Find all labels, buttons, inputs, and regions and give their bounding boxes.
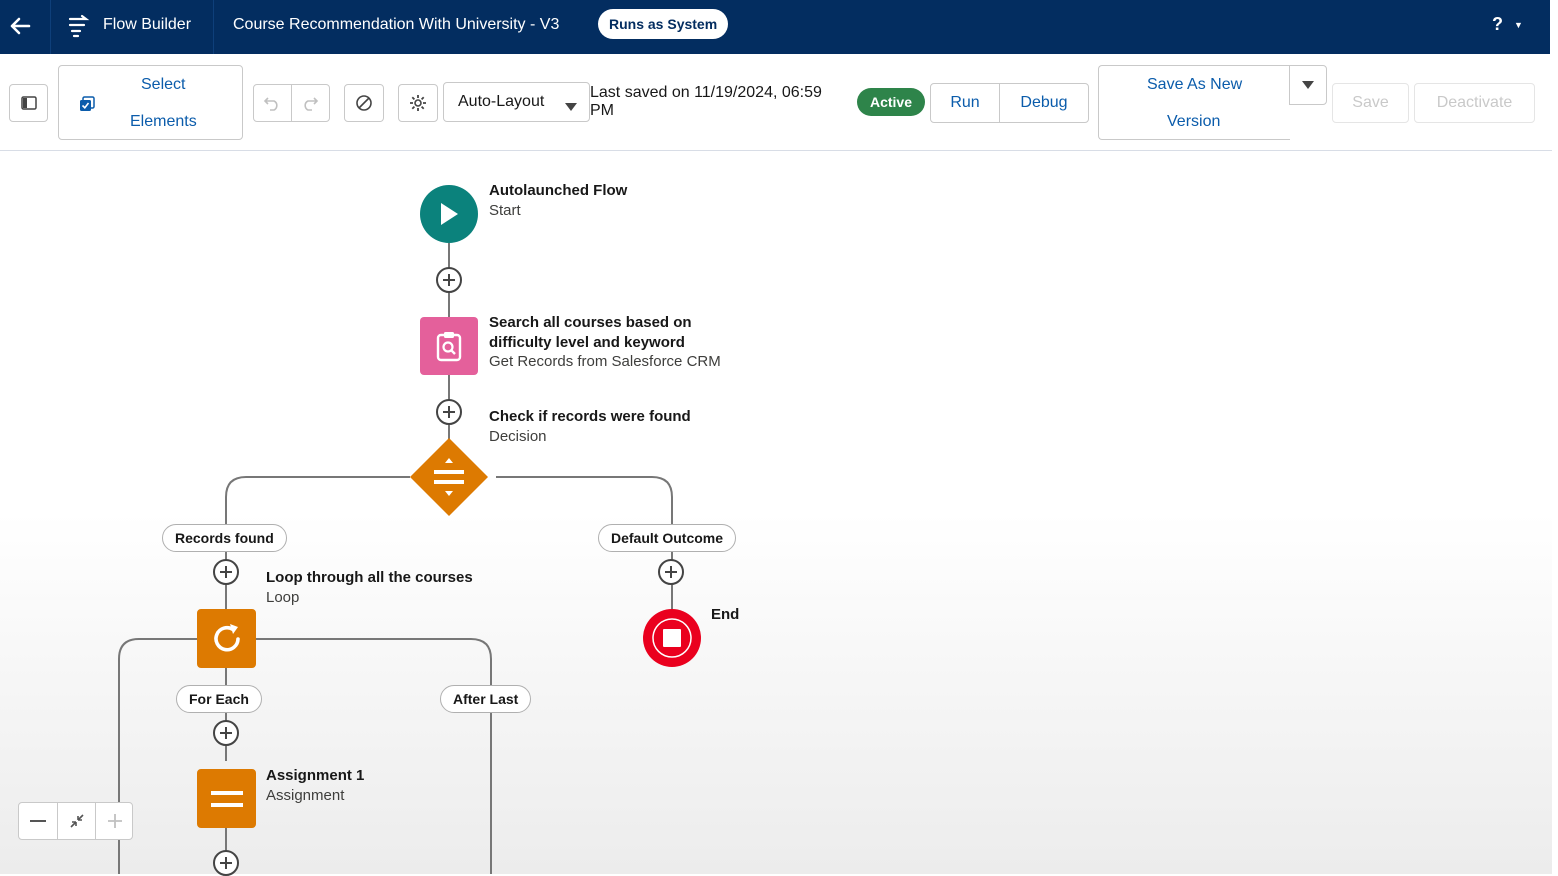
add-element-button[interactable] — [213, 720, 239, 746]
last-saved-text: Last saved on 11/19/2024, 06:59 PM — [590, 84, 822, 119]
header-divider — [50, 0, 51, 54]
deactivate-button[interactable]: Deactivate — [1414, 83, 1535, 123]
cancel-icon — [356, 95, 372, 111]
select-elements-icon — [79, 96, 95, 117]
flow-name: Course Recommendation With University - … — [233, 16, 560, 33]
redo-icon[interactable] — [301, 95, 319, 116]
clear-button[interactable] — [344, 84, 384, 122]
add-element-button[interactable] — [436, 267, 462, 293]
select-elements-button[interactable]: Select Elements — [58, 65, 243, 140]
select-elements-label: Select — [141, 76, 186, 93]
add-element-button[interactable] — [213, 559, 239, 585]
zoom-controls — [18, 802, 133, 840]
loop-after-last-label[interactable]: After Last — [440, 685, 532, 713]
plus-icon — [108, 814, 122, 828]
save-options-menu-button[interactable] — [1289, 65, 1327, 105]
fit-to-view-button[interactable] — [58, 803, 96, 839]
header-bar: Flow Builder Course Recommendation With … — [0, 0, 1550, 54]
start-node[interactable] — [420, 185, 478, 243]
layout-mode-select[interactable]: Auto-Layout — [443, 82, 590, 122]
help-button[interactable]: ? — [1492, 14, 1503, 35]
assignment-icon — [210, 790, 243, 807]
flow-canvas[interactable]: Autolaunched Flow Start Search all cours… — [0, 151, 1552, 876]
toolbar: Select Elements Auto-Layout Last saved o… — [0, 54, 1552, 151]
chevron-down-icon — [565, 98, 577, 116]
debug-button[interactable]: Debug — [1000, 84, 1088, 122]
save-button[interactable]: Save — [1332, 83, 1409, 123]
add-element-button[interactable] — [658, 559, 684, 585]
run-button[interactable]: Run — [931, 84, 999, 122]
assignment-node-label: Assignment 1 Assignment — [266, 767, 365, 804]
save-as-new-version-button[interactable]: Save As New Version — [1098, 65, 1290, 140]
loop-node-label: Loop through all the courses Loop — [266, 569, 473, 606]
end-node-label: End — [711, 606, 740, 623]
gear-icon — [410, 95, 426, 111]
stop-icon — [652, 618, 692, 658]
add-element-button[interactable] — [436, 399, 462, 425]
flow-builder-logo-icon — [66, 13, 92, 39]
loop-node[interactable] — [197, 609, 256, 668]
run-debug-group: Run Debug — [930, 83, 1089, 123]
outcome-records-found[interactable]: Records found — [162, 524, 287, 552]
app-name: Flow Builder — [103, 16, 192, 33]
undo-redo-group — [253, 84, 330, 122]
status-badge: Active — [857, 88, 925, 116]
get-records-node[interactable] — [420, 317, 478, 375]
loop-for-each-label[interactable]: For Each — [176, 685, 262, 713]
minus-icon — [30, 820, 46, 822]
assignment-node[interactable] — [197, 769, 256, 828]
decision-icon — [410, 438, 488, 516]
save-as-label: Version — [1167, 113, 1221, 130]
play-icon — [441, 203, 458, 225]
chevron-down-icon — [1302, 81, 1314, 89]
select-elements-label: Elements — [130, 113, 197, 130]
settings-button[interactable] — [398, 84, 438, 122]
header-divider — [213, 0, 214, 54]
zoom-out-button[interactable] — [19, 803, 57, 839]
toggle-panel-button[interactable] — [9, 84, 48, 122]
help-caret-icon[interactable]: ▼ — [1514, 20, 1523, 30]
save-as-label: Save As New — [1147, 76, 1243, 93]
get-records-node-label: Search all courses based on difficulty l… — [489, 314, 721, 370]
add-element-button[interactable] — [213, 850, 239, 876]
outcome-default[interactable]: Default Outcome — [598, 524, 737, 552]
back-arrow-icon[interactable] — [6, 10, 34, 42]
decision-node[interactable] — [410, 438, 488, 516]
end-node[interactable] — [643, 609, 701, 667]
search-records-icon — [436, 332, 462, 362]
zoom-in-button[interactable] — [96, 803, 134, 839]
undo-icon[interactable] — [263, 95, 281, 116]
contract-icon — [70, 814, 84, 828]
loop-icon — [213, 623, 240, 652]
start-node-label: Autolaunched Flow Start — [489, 182, 628, 219]
layout-mode-value: Auto-Layout — [458, 93, 545, 110]
run-mode-badge[interactable]: Runs as System — [598, 9, 729, 39]
panel-icon — [20, 96, 37, 110]
decision-node-label: Check if records were found Decision — [489, 408, 691, 445]
connector-lines — [118, 243, 673, 874]
